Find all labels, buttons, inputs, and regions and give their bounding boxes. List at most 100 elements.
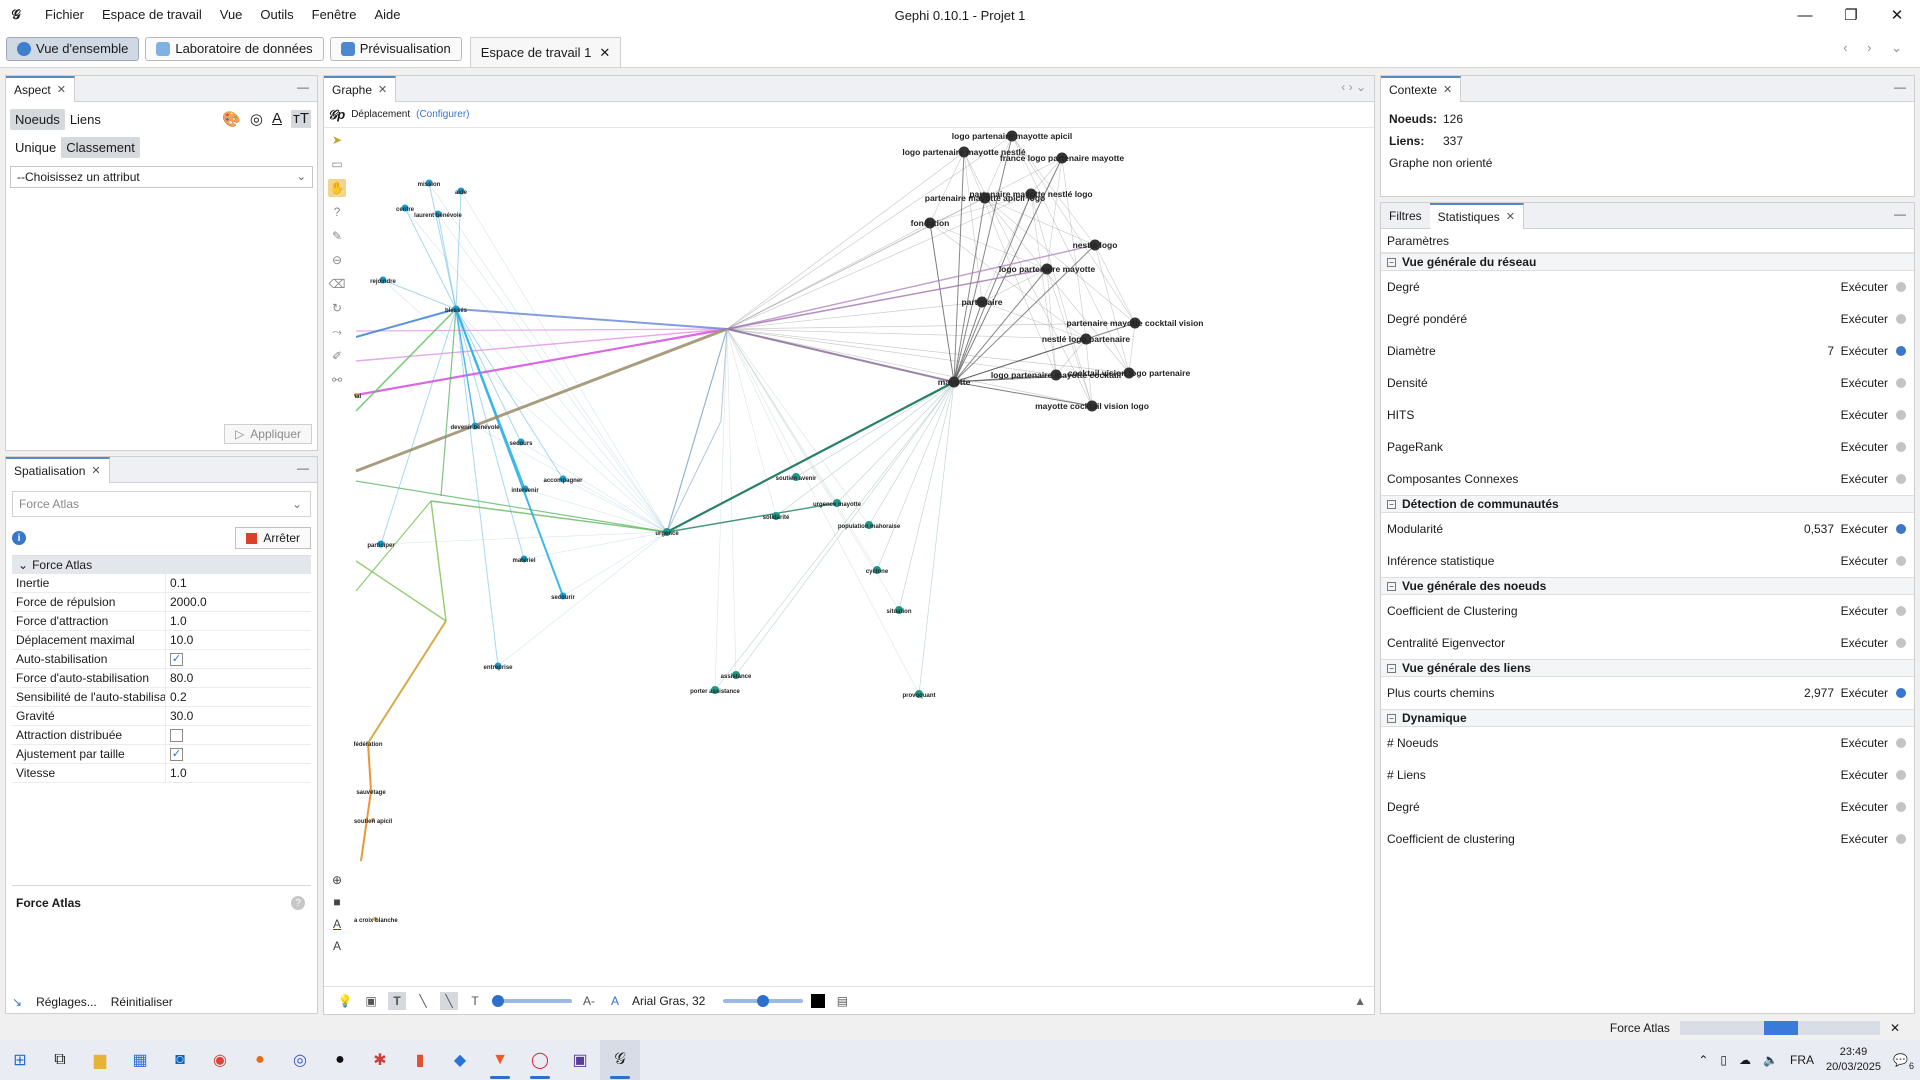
property-value[interactable]: 0.1 <box>166 574 311 592</box>
drag-hand-icon[interactable]: ✋ <box>328 179 346 197</box>
shortest-path-icon[interactable]: ⤳ <box>328 323 346 341</box>
stats-section-header[interactable]: − Vue générale des liens <box>1381 659 1914 677</box>
settings-link[interactable]: Réglages... <box>36 995 97 1009</box>
graph-canvas[interactable]: logo partenaire mayotte apicil logo parte… <box>354 129 1372 989</box>
edge-pencil-icon[interactable]: ✐ <box>328 347 346 365</box>
run-button[interactable]: Exécuter <box>1841 832 1888 846</box>
menu-item[interactable]: Aide <box>365 0 409 30</box>
report-icon[interactable] <box>1896 770 1906 780</box>
palette-icon[interactable]: 🎨 <box>222 110 241 128</box>
close-tab-icon[interactable]: ✕ <box>57 83 66 96</box>
store-icon[interactable]: ▦ <box>120 1040 160 1080</box>
menu-item[interactable]: Espace de travail <box>93 0 211 30</box>
workspace-nav-arrows[interactable]: ‹ › ⌄ <box>1843 40 1910 56</box>
run-button[interactable]: Exécuter <box>1841 800 1888 814</box>
close-tab-icon[interactable]: ✕ <box>91 464 100 477</box>
app-gear-icon[interactable]: ✱ <box>360 1040 400 1080</box>
run-button[interactable]: Exécuter <box>1841 440 1888 454</box>
property-checkbox[interactable] <box>170 728 183 742</box>
cancel-task-icon[interactable]: ✕ <box>1890 1021 1900 1035</box>
configure-link[interactable]: (Configurer) <box>416 109 469 120</box>
close-tab-icon[interactable]: ✕ <box>1506 210 1515 223</box>
run-button[interactable]: Exécuter <box>1841 280 1888 294</box>
app-circle-icon[interactable]: ◎ <box>280 1040 320 1080</box>
maximize-button[interactable]: ❐ <box>1828 0 1874 30</box>
stats-section-header[interactable]: − Vue générale du réseau <box>1381 253 1914 271</box>
preview-button[interactable]: Prévisualisation <box>329 36 462 61</box>
brave-icon[interactable]: ▼ <box>480 1040 520 1080</box>
brush-icon[interactable]: ⊖ <box>328 251 346 269</box>
report-icon[interactable] <box>1896 638 1906 648</box>
tab-graph[interactable]: Graphe ✕ <box>324 75 397 102</box>
report-icon[interactable] <box>1896 738 1906 748</box>
data-lab-button[interactable]: Laboratoire de données <box>145 36 324 61</box>
report-icon[interactable] <box>1896 524 1906 534</box>
cloud-icon[interactable]: ☁ <box>1739 1053 1751 1067</box>
tab-nodes[interactable]: Noeuds <box>10 108 65 130</box>
close-button[interactable]: ✕ <box>1874 0 1920 30</box>
stats-section-header[interactable]: − Vue générale des noeuds <box>1381 577 1914 595</box>
collapse-toggle-icon[interactable]: − <box>1387 663 1396 673</box>
close-tab-icon[interactable]: ✕ <box>378 83 387 96</box>
help-icon[interactable]: ? <box>291 896 305 910</box>
edge-labels-icon[interactable]: T <box>466 992 484 1010</box>
minimize-panel-icon[interactable]: — <box>1894 207 1906 221</box>
tab-context[interactable]: Contexte ✕ <box>1381 75 1462 102</box>
gephi-taskbar-icon[interactable]: 𝒢 <box>600 1040 640 1080</box>
menu-item[interactable]: Outils <box>251 0 302 30</box>
report-icon[interactable] <box>1896 314 1906 324</box>
label-color-swatch[interactable] <box>811 993 826 1008</box>
run-button[interactable]: Exécuter <box>1841 554 1888 568</box>
tab-unique[interactable]: Unique <box>10 137 61 158</box>
font-size-slider[interactable] <box>723 994 804 1007</box>
run-button[interactable]: Exécuter <box>1841 768 1888 782</box>
app-purple-icon[interactable]: ▣ <box>560 1040 600 1080</box>
info-icon[interactable]: i <box>12 531 26 545</box>
report-icon[interactable] <box>1896 688 1906 698</box>
workspace-tab[interactable]: Espace de travail 1 ✕ <box>469 37 622 67</box>
app-figma-icon[interactable]: ▮ <box>400 1040 440 1080</box>
run-button[interactable]: Exécuter <box>1841 604 1888 618</box>
layout-algorithm-select[interactable]: Force Atlas ⌄ <box>12 491 311 517</box>
property-value[interactable]: 0.2 <box>166 688 311 706</box>
file-explorer-icon[interactable]: ▆ <box>80 1040 120 1080</box>
edge-color-icon[interactable]: ╲ <box>440 991 458 1010</box>
report-icon[interactable] <box>1896 346 1906 356</box>
attribute-select[interactable]: --Choisissez un attribut ⌄ <box>10 166 313 188</box>
report-icon[interactable] <box>1896 474 1906 484</box>
show-labels-icon[interactable]: T <box>388 991 406 1010</box>
run-button[interactable]: Exécuter <box>1841 344 1888 358</box>
chrome-icon[interactable]: ◉ <box>200 1040 240 1080</box>
run-button[interactable]: Exécuter <box>1841 472 1888 486</box>
outlook-icon[interactable]: ◙ <box>160 1040 200 1080</box>
tab-ranking[interactable]: Classement <box>61 136 140 158</box>
label-size-icon[interactable]: тT <box>290 110 311 128</box>
tab-edges[interactable]: Liens <box>65 109 106 130</box>
app-dark-icon[interactable]: ● <box>320 1040 360 1080</box>
report-icon[interactable] <box>1896 802 1906 812</box>
tab-statistics[interactable]: Statistiques ✕ <box>1429 202 1524 229</box>
tab-aspect[interactable]: Aspect ✕ <box>6 75 75 102</box>
font-decrease-icon[interactable]: A- <box>580 992 598 1010</box>
property-checkbox[interactable]: ✓ <box>170 652 183 666</box>
label-color-icon[interactable]: A <box>272 110 282 128</box>
apply-button[interactable]: ▷ Appliquer <box>224 424 312 444</box>
lock-icon[interactable]: ▲ <box>1354 994 1366 1008</box>
task-view-icon[interactable]: ⧉ <box>40 1040 80 1080</box>
run-button[interactable]: Exécuter <box>1841 312 1888 326</box>
label-font-icon[interactable]: A <box>333 939 341 953</box>
properties-section-header[interactable]: ⌄ Force Atlas <box>12 556 311 574</box>
stats-section-header[interactable]: − Dynamique <box>1381 709 1914 727</box>
background-color-icon[interactable]: ■ <box>333 895 340 909</box>
report-icon[interactable] <box>1896 556 1906 566</box>
report-icon[interactable] <box>1896 410 1906 420</box>
parameters-link[interactable]: Paramètres <box>1381 229 1914 253</box>
menu-item[interactable]: Fichier <box>36 0 93 30</box>
rotate-icon[interactable]: ↻ <box>328 299 346 317</box>
lightbulb-icon[interactable]: 💡 <box>336 992 354 1010</box>
tab-spatialisation[interactable]: Spatialisation ✕ <box>6 456 110 483</box>
label-mode-icon[interactable]: ▤ <box>833 992 851 1010</box>
font-label[interactable]: Arial Gras, 32 <box>632 994 705 1008</box>
close-tab-icon[interactable]: ✕ <box>1443 83 1452 96</box>
run-button[interactable]: Exécuter <box>1841 636 1888 650</box>
